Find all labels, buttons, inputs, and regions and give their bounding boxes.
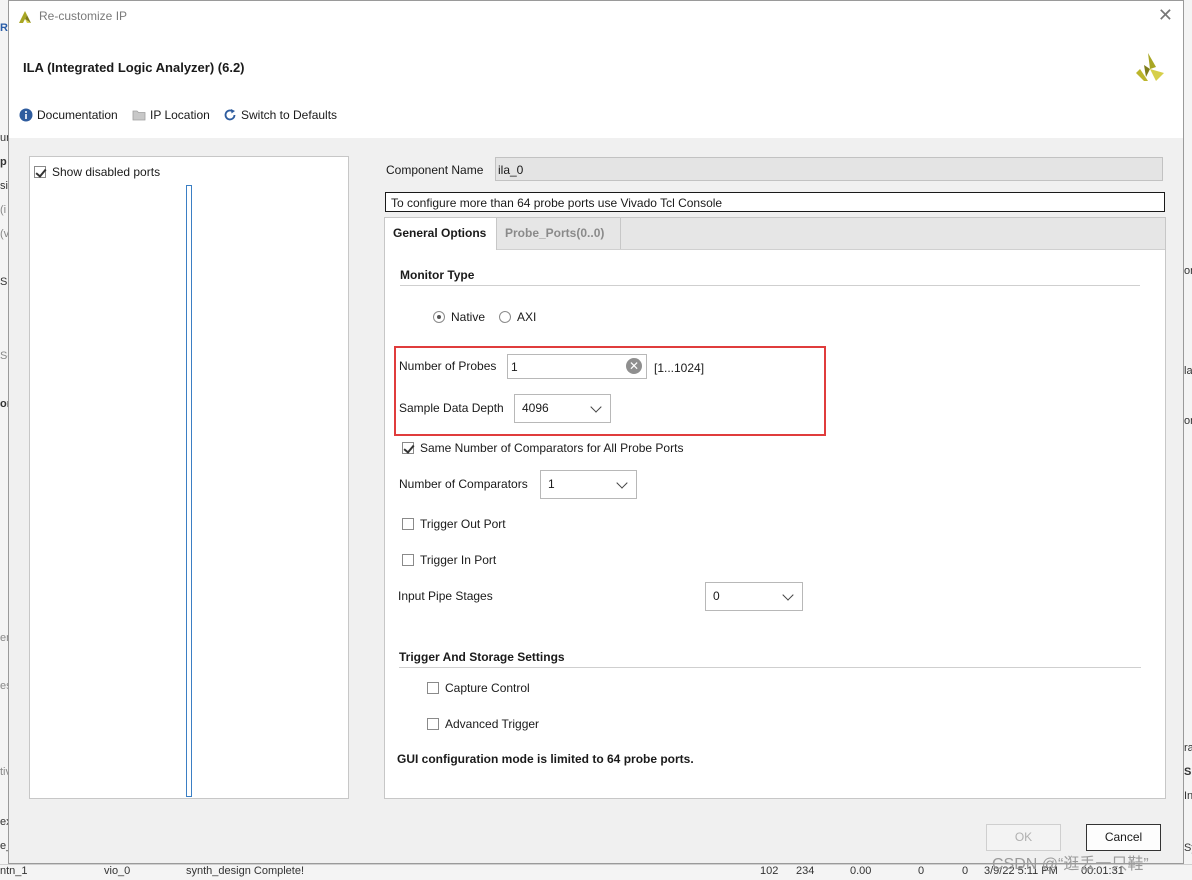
re-customize-ip-dialog: Re-customize IP ✕ ILA (Integrated Logic … [8, 0, 1184, 864]
ip-symbol-panel: Show disabled ports [29, 156, 349, 799]
ip-location-label: IP Location [150, 108, 210, 122]
trigger-storage-title: Trigger And Storage Settings [399, 650, 565, 664]
ip-symbol-block [186, 185, 192, 797]
bg-cell: synth_design Complete! [186, 865, 305, 877]
probe-limit-note: GUI configuration mode is limited to 64 … [397, 752, 694, 766]
bg-fragment: (i [0, 204, 7, 216]
bg-fragment: p [0, 156, 7, 168]
checkbox-icon[interactable] [427, 718, 439, 730]
info-icon [19, 108, 33, 122]
options-tabs: General Options Probe_Ports(0..0) [384, 217, 1166, 799]
sample-data-depth-value: 4096 [522, 401, 549, 415]
title-bar[interactable]: Re-customize IP ✕ [9, 1, 1183, 32]
native-label: Native [451, 310, 486, 324]
number-of-probes-label: Number of Probes [399, 359, 497, 373]
bg-fragment: on [1184, 415, 1192, 427]
bg-cell: 0 [962, 865, 969, 877]
tab-probe-ports[interactable]: Probe_Ports(0..0) [497, 218, 621, 249]
close-icon[interactable]: ✕ [1158, 6, 1173, 24]
component-name-field: ila_0 [495, 157, 1163, 181]
axi-radio[interactable] [499, 311, 512, 323]
capture-control-label: Capture Control [445, 681, 530, 695]
folder-icon [132, 110, 146, 121]
input-pipe-stages-value: 0 [713, 589, 720, 603]
vivado-logo-icon [19, 11, 31, 23]
checkbox-icon[interactable] [402, 518, 414, 530]
bg-fragment: ra [1184, 742, 1192, 754]
bg-cell: 0 [918, 865, 925, 877]
bg-fragment: Sy [1184, 842, 1192, 854]
trigger-out-port-label: Trigger Out Port [420, 517, 506, 531]
documentation-label: Documentation [37, 108, 118, 122]
monitor-type-radio-group: Native AXI [433, 310, 536, 324]
trigger-out-port-checkbox[interactable]: Trigger Out Port [402, 517, 506, 531]
checkbox-icon[interactable] [427, 682, 439, 694]
xilinx-logo-icon [1136, 53, 1164, 81]
bg-cell: 102 [760, 865, 779, 877]
section-divider [400, 285, 1140, 286]
number-of-comparators-label: Number of Comparators [399, 477, 528, 491]
trigger-in-port-label: Trigger In Port [420, 553, 497, 567]
dialog-title: Re-customize IP [39, 9, 128, 23]
number-of-comparators-select[interactable]: 1 [540, 470, 637, 499]
chevron-down-icon [616, 477, 628, 489]
bg-fragment: si [0, 180, 8, 192]
sample-data-depth-select[interactable]: 4096 [514, 394, 611, 423]
axi-label: AXI [517, 310, 537, 324]
bg-cell: 0.00 [850, 865, 872, 877]
clear-icon[interactable]: ✕ [626, 358, 642, 374]
chevron-down-icon [590, 401, 602, 413]
monitor-type-title: Monitor Type [400, 268, 475, 282]
capture-control-checkbox[interactable]: Capture Control [427, 681, 530, 695]
bg-cell: ntn_1 [0, 865, 28, 877]
refresh-icon [224, 109, 236, 121]
advanced-trigger-checkbox[interactable]: Advanced Trigger [427, 717, 539, 731]
probe-info-message: To configure more than 64 probe ports us… [385, 192, 1165, 212]
show-disabled-ports-label: Show disabled ports [52, 165, 161, 179]
checkbox-icon[interactable] [402, 554, 414, 566]
switch-to-defaults-button[interactable]: Switch to Defaults [223, 108, 337, 122]
switch-to-defaults-label: Switch to Defaults [241, 108, 338, 122]
bg-cell: vio_0 [104, 865, 131, 877]
bg-fragment: la [1184, 365, 1192, 377]
ip-title: ILA (Integrated Logic Analyzer) (6.2) [23, 60, 245, 75]
cancel-button[interactable]: Cancel [1086, 824, 1161, 851]
bg-fragment: R [0, 22, 8, 34]
dialog-header: ILA (Integrated Logic Analyzer) (6.2) [9, 32, 1183, 98]
bg-cell: 234 [796, 865, 815, 877]
number-of-comparators-value: 1 [548, 477, 555, 491]
ip-location-button[interactable]: IP Location [132, 108, 210, 122]
same-comparators-label: Same Number of Comparators for All Probe… [420, 441, 684, 455]
chevron-down-icon [782, 589, 794, 601]
tab-general-options[interactable]: General Options [385, 218, 497, 250]
trigger-in-port-checkbox[interactable]: Trigger In Port [402, 553, 496, 567]
sample-data-depth-label: Sample Data Depth [399, 401, 504, 415]
ok-button[interactable]: OK [986, 824, 1061, 851]
input-pipe-stages-select[interactable]: 0 [705, 582, 803, 611]
bg-fragment: S [0, 276, 8, 288]
checkbox-checked-icon[interactable] [402, 442, 414, 454]
component-name-label: Component Name [386, 163, 484, 177]
documentation-button[interactable]: Documentation [19, 108, 118, 122]
tab-strip: General Options Probe_Ports(0..0) [385, 218, 1165, 250]
bg-fragment: on [1184, 265, 1192, 277]
show-disabled-ports-checkbox[interactable]: Show disabled ports [34, 165, 160, 179]
advanced-trigger-label: Advanced Trigger [445, 717, 540, 731]
toolbar: Documentation IP Location Switch to Defa… [9, 98, 1183, 138]
checkbox-checked-icon[interactable] [34, 166, 46, 178]
bg-fragment: S [1184, 766, 1192, 778]
section-divider [399, 667, 1141, 668]
native-radio[interactable] [433, 311, 445, 323]
bg-fragment: In [1184, 790, 1192, 802]
watermark: CSDN @“逛丢一只鞋” [992, 856, 1149, 873]
number-of-probes-range: [1...1024] [654, 361, 705, 375]
same-comparators-checkbox[interactable]: Same Number of Comparators for All Probe… [402, 441, 683, 455]
input-pipe-stages-label: Input Pipe Stages [398, 589, 493, 603]
